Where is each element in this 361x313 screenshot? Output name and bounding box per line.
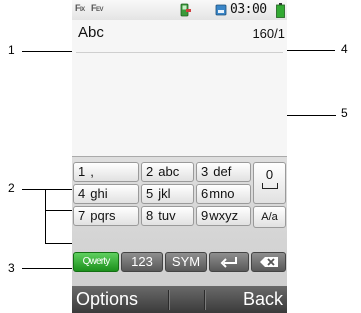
- callout-3: 3: [8, 261, 15, 275]
- callout-4: 4: [341, 42, 348, 56]
- case-toggle-button[interactable]: A/a: [253, 206, 286, 228]
- key-5[interactable]: 5 jkl: [141, 184, 194, 204]
- enter-button[interactable]: [209, 252, 249, 272]
- input-mode-indicator: Abc: [78, 24, 104, 41]
- memory-card-icon: [215, 4, 227, 16]
- backspace-button[interactable]: [251, 252, 286, 272]
- key-0-space[interactable]: 0: [253, 162, 286, 204]
- space-icon: [261, 183, 278, 189]
- keypad-function-row: Qwerty 123 SYM: [72, 252, 287, 273]
- character-counter: 160/1: [252, 26, 285, 41]
- softkey-bar: Options Back: [72, 286, 287, 313]
- network-signal-icon: FIX: [75, 3, 85, 13]
- callout-1: 1: [8, 43, 15, 57]
- symbol-mode-button[interactable]: SYM: [165, 252, 207, 272]
- phone-screen: FIX FEV 03:00 Abc 160/1 1, 2 abc 3 def 4 gh…: [72, 0, 287, 313]
- callout-3-line: [22, 268, 72, 269]
- key-1[interactable]: 1,: [73, 162, 139, 182]
- back-softkey[interactable]: Back: [243, 289, 283, 310]
- message-phone-icon: [180, 3, 191, 17]
- key-4[interactable]: 4 ghi: [73, 184, 139, 204]
- numeric-mode-button[interactable]: 123: [121, 252, 163, 272]
- key-3[interactable]: 3 def: [196, 162, 251, 182]
- key-7[interactable]: 7 pqrs: [73, 206, 139, 226]
- battery-icon: [276, 3, 285, 18]
- softkey-divider: [168, 290, 169, 310]
- callout-1-line: [22, 51, 74, 52]
- text-entry-area[interactable]: [72, 54, 287, 154]
- key-2[interactable]: 2 abc: [141, 162, 194, 182]
- enter-arrow-icon: [220, 257, 237, 268]
- network-signal-icon-2: FEV: [91, 3, 104, 13]
- callout-2: 2: [8, 181, 15, 195]
- callout-4-line: [287, 50, 335, 51]
- callout-2-line: [22, 189, 76, 190]
- message-editor[interactable]: Abc 160/1: [72, 20, 287, 156]
- key-8[interactable]: 8 tuv: [141, 206, 194, 226]
- softkey-divider: [204, 290, 205, 310]
- key-9[interactable]: 9wxyz: [196, 206, 251, 226]
- clock: 03:00: [230, 2, 267, 17]
- backspace-icon: [259, 257, 278, 267]
- key-6[interactable]: 6mno: [196, 184, 251, 204]
- key-0-label: 0: [265, 167, 274, 182]
- qwerty-mode-button[interactable]: Qwerty: [73, 252, 119, 272]
- status-bar: FIX FEV 03:00: [72, 0, 287, 20]
- callout-5: 5: [341, 106, 348, 120]
- editor-divider: [76, 52, 283, 53]
- options-softkey[interactable]: Options: [76, 289, 138, 310]
- callout-2-bracket-vertical: [45, 189, 46, 244]
- callout-5-line: [286, 115, 336, 116]
